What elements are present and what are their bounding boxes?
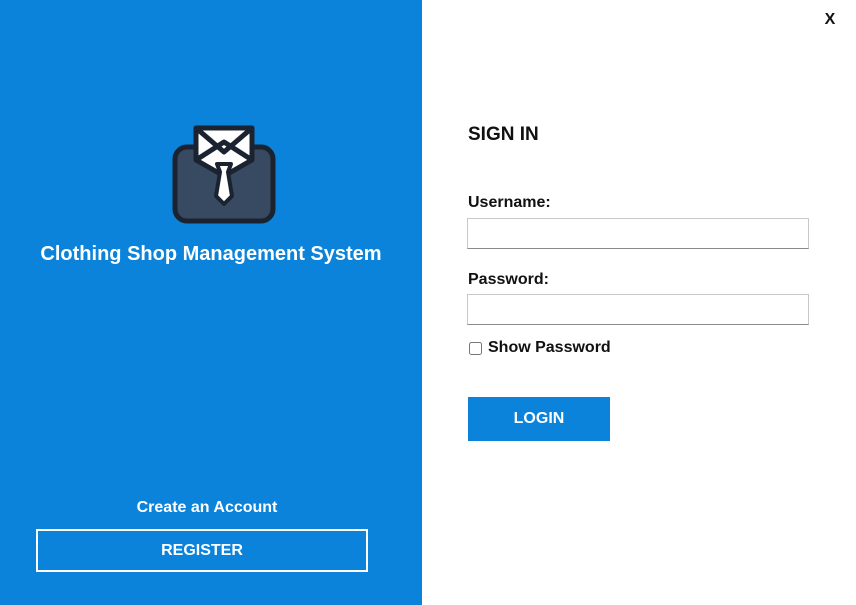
show-password-label: Show Password — [488, 339, 611, 356]
shirt-tie-icon — [172, 125, 276, 224]
create-account-text: Create an Account — [136, 499, 278, 516]
show-password-checkbox[interactable] — [469, 341, 482, 355]
sign-in-title: SIGN IN — [468, 124, 539, 145]
password-input[interactable] — [467, 294, 809, 325]
close-button[interactable]: X — [818, 8, 842, 32]
password-label: Password: — [468, 271, 549, 288]
login-window: Clothing Shop Management System Create a… — [0, 0, 856, 605]
username-label: Username: — [468, 194, 551, 211]
username-input[interactable] — [467, 218, 809, 249]
login-button[interactable]: LOGIN — [468, 397, 610, 441]
branding-panel: Clothing Shop Management System Create a… — [0, 0, 422, 605]
show-password-toggle[interactable]: Show Password — [468, 337, 611, 359]
app-title: Clothing Shop Management System — [40, 243, 382, 265]
register-button[interactable]: REGISTER — [36, 529, 368, 572]
